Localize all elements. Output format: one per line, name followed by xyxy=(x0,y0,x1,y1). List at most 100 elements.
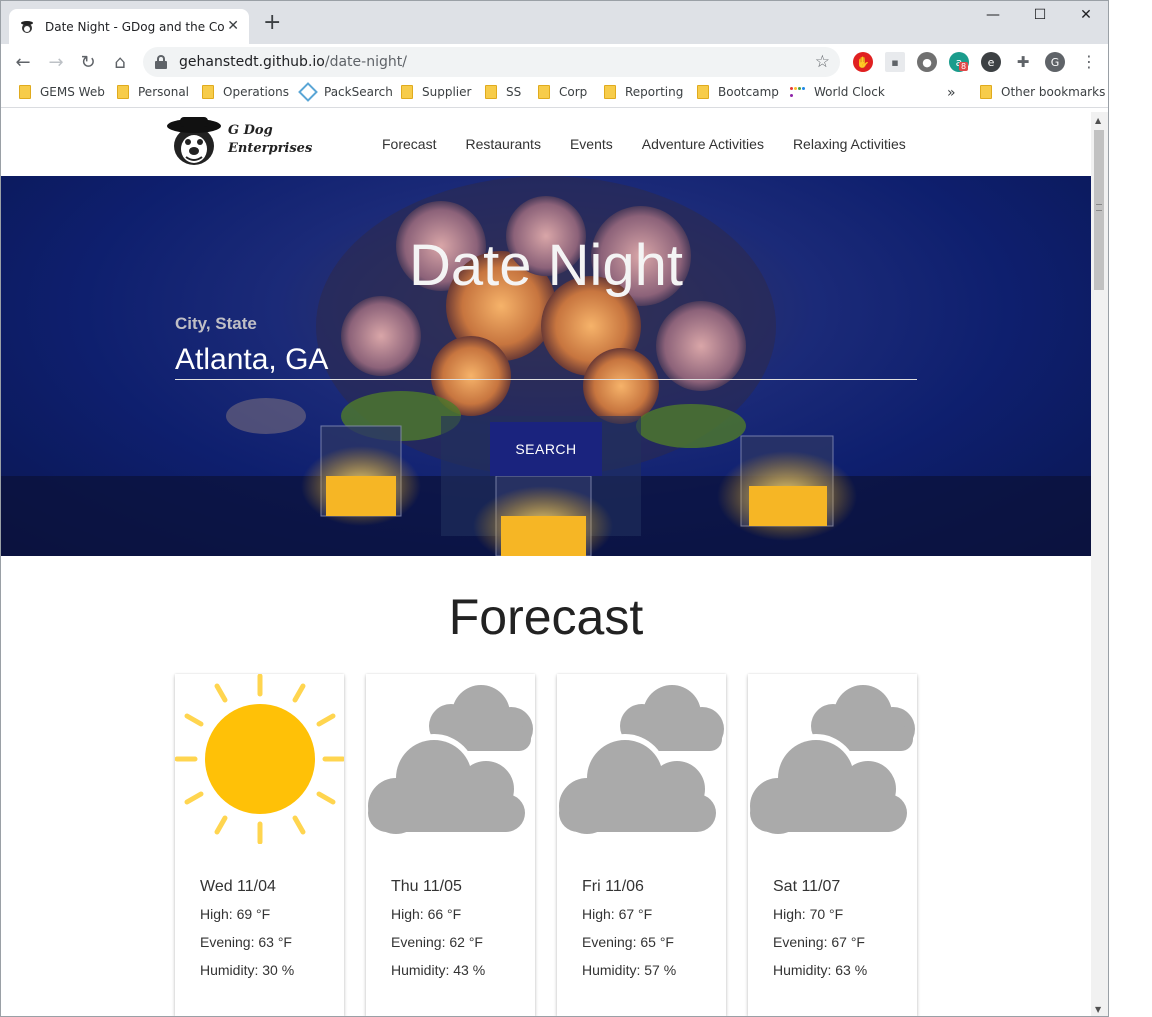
tab-title: Date Night - GDog and the Codin xyxy=(45,19,225,34)
city-state-input[interactable] xyxy=(175,340,917,380)
forecast-humidity: Humidity: 63 % xyxy=(773,962,868,978)
folder-icon xyxy=(202,85,214,99)
packsearch-icon xyxy=(298,82,318,102)
cloud-icon xyxy=(559,685,724,834)
forecast-humidity: Humidity: 57 % xyxy=(582,962,677,978)
folder-icon xyxy=(604,85,616,99)
bookmark-bootcamp[interactable]: Bootcamp xyxy=(697,85,779,99)
bookmark-corp[interactable]: Corp xyxy=(538,85,587,99)
forecast-high: High: 69 °F xyxy=(200,906,271,922)
bookmark-gems-web[interactable]: GEMS Web xyxy=(19,85,105,99)
forecast-heading: Forecast xyxy=(448,589,644,645)
site-logo[interactable]: G Dog Enterprises xyxy=(166,112,312,168)
forecast-date: Wed 11/04 xyxy=(200,878,276,895)
forecast-evening: Evening: 67 °F xyxy=(773,934,865,950)
folder-icon xyxy=(117,85,129,99)
hero-title: Date Night xyxy=(408,233,684,298)
url-text: gehanstedt.github.io/date-night/ xyxy=(179,54,407,70)
bookmark-packsearch[interactable]: PackSearch xyxy=(298,82,393,102)
lock-icon xyxy=(155,55,167,69)
forecast-card-body: Fri 11/06 High: 67 °F Evening: 65 °F Hum… xyxy=(582,878,676,990)
forecast-evening: Evening: 62 °F xyxy=(391,934,483,950)
window-close-icon[interactable]: ✕ xyxy=(1063,7,1108,23)
grammar-extension-icon[interactable]: a 8 xyxy=(949,52,969,72)
site-navbar: G Dog Enterprises Forecast Restaurants E… xyxy=(1,112,1091,176)
extension-badge: 8 xyxy=(959,62,969,71)
back-icon[interactable]: ← xyxy=(11,50,35,74)
adblock-extension-icon[interactable]: ✋ xyxy=(853,52,873,72)
forecast-cards: Wed 11/04 High: 69 °F Evening: 63 °F Hum… xyxy=(175,674,939,1016)
folder-icon xyxy=(401,85,413,99)
browser-tab[interactable]: Date Night - GDog and the Codin ✕ xyxy=(9,9,249,44)
forecast-card: Wed 11/04 High: 69 °F Evening: 63 °F Hum… xyxy=(175,674,344,1016)
forecast-card-body: Sat 11/07 High: 70 °F Evening: 67 °F Hum… xyxy=(773,878,867,990)
cloud-icon xyxy=(750,685,915,834)
forecast-high: High: 66 °F xyxy=(391,906,462,922)
record-extension-icon[interactable]: ● xyxy=(917,52,937,72)
forecast-card: Thu 11/05 High: 66 °F Evening: 62 °F Hum… xyxy=(366,674,535,1016)
address-bar[interactable]: gehanstedt.github.io/date-night/ ☆ xyxy=(143,47,840,77)
page-scrollbar[interactable]: ▲ ▼ xyxy=(1091,112,1108,1016)
dog-favicon-icon xyxy=(19,19,35,35)
browser-toolbar: ← → ↻ ⌂ gehanstedt.github.io/date-night/… xyxy=(1,44,1108,80)
forecast-humidity: Humidity: 43 % xyxy=(391,962,486,978)
nav-relaxing-activities[interactable]: Relaxing Activities xyxy=(793,136,906,152)
scroll-up-icon[interactable]: ▲ xyxy=(1095,116,1101,125)
bookmark-star-icon[interactable]: ☆ xyxy=(815,52,830,72)
site-nav-links: Forecast Restaurants Events Adventure Ac… xyxy=(382,136,935,152)
forecast-humidity: Humidity: 30 % xyxy=(200,962,295,978)
forecast-date: Sat 11/07 xyxy=(773,878,841,895)
search-button[interactable]: SEARCH xyxy=(490,422,602,476)
dog-logo-icon xyxy=(167,117,221,165)
forecast-date: Thu 11/05 xyxy=(391,878,462,895)
nav-events[interactable]: Events xyxy=(570,136,613,152)
forecast-card-body: Wed 11/04 High: 69 °F Evening: 63 °F Hum… xyxy=(200,878,294,990)
forecast-date: Fri 11/06 xyxy=(582,878,644,895)
bookmark-world-clock[interactable]: World Clock xyxy=(790,85,885,99)
new-tab-icon[interactable]: + xyxy=(263,12,281,34)
forecast-card: Sat 11/07 High: 70 °F Evening: 67 °F Hum… xyxy=(748,674,917,1016)
sun-icon xyxy=(175,674,344,844)
tab-close-icon[interactable]: ✕ xyxy=(227,18,239,34)
extensions-puzzle-icon[interactable]: ✚ xyxy=(1013,52,1033,72)
bookmark-ss[interactable]: SS xyxy=(485,85,521,99)
scroll-grip-icon xyxy=(1096,204,1102,211)
nav-restaurants[interactable]: Restaurants xyxy=(465,136,540,152)
bookmarks-bar: GEMS Web Personal Operations PackSearch … xyxy=(1,80,1108,108)
profile-avatar[interactable]: G xyxy=(1045,52,1065,72)
browser-menu-icon[interactable]: ⋮ xyxy=(1081,52,1097,71)
bookmark-reporting[interactable]: Reporting xyxy=(604,85,683,99)
scroll-down-icon[interactable]: ▼ xyxy=(1095,1005,1101,1014)
tab-strip: Date Night - GDog and the Codin ✕ + — ☐ … xyxy=(1,1,1108,44)
forward-icon[interactable]: → xyxy=(44,50,68,74)
bookmark-operations[interactable]: Operations xyxy=(202,85,289,99)
world-clock-icon xyxy=(790,85,806,99)
bookmarks-overflow-icon[interactable]: » xyxy=(947,85,956,101)
folder-icon xyxy=(19,85,31,99)
maximize-icon[interactable]: ☐ xyxy=(1017,7,1063,23)
folder-icon xyxy=(485,85,497,99)
bookmark-supplier[interactable]: Supplier xyxy=(401,85,471,99)
city-state-label: City, State xyxy=(175,314,257,333)
folder-icon xyxy=(980,85,992,99)
bookmark-personal[interactable]: Personal xyxy=(117,85,189,99)
forecast-high: High: 67 °F xyxy=(582,906,653,922)
forecast-card-body: Thu 11/05 High: 66 °F Evening: 62 °F Hum… xyxy=(391,878,485,990)
hero-banner: Date Night City, State SEARCH xyxy=(1,176,1091,556)
web-page: G Dog Enterprises Forecast Restaurants E… xyxy=(1,112,1091,1016)
nav-adventure-activities[interactable]: Adventure Activities xyxy=(642,136,764,152)
cloud-icon xyxy=(368,685,533,834)
nav-forecast[interactable]: Forecast xyxy=(382,136,436,152)
extension-icon[interactable]: ▪ xyxy=(885,52,905,72)
home-icon[interactable]: ⌂ xyxy=(108,50,132,74)
forecast-evening: Evening: 65 °F xyxy=(582,934,674,950)
reload-icon[interactable]: ↻ xyxy=(76,50,100,74)
forecast-high: High: 70 °F xyxy=(773,906,844,922)
other-bookmarks[interactable]: Other bookmarks xyxy=(980,85,1105,99)
e-extension-icon[interactable]: e xyxy=(981,52,1001,72)
forecast-evening: Evening: 63 °F xyxy=(200,934,292,950)
minimize-icon[interactable]: — xyxy=(970,7,1016,23)
folder-icon xyxy=(538,85,550,99)
logo-text: G Dog Enterprises xyxy=(228,123,313,156)
forecast-card: Fri 11/06 High: 67 °F Evening: 65 °F Hum… xyxy=(557,674,726,1016)
